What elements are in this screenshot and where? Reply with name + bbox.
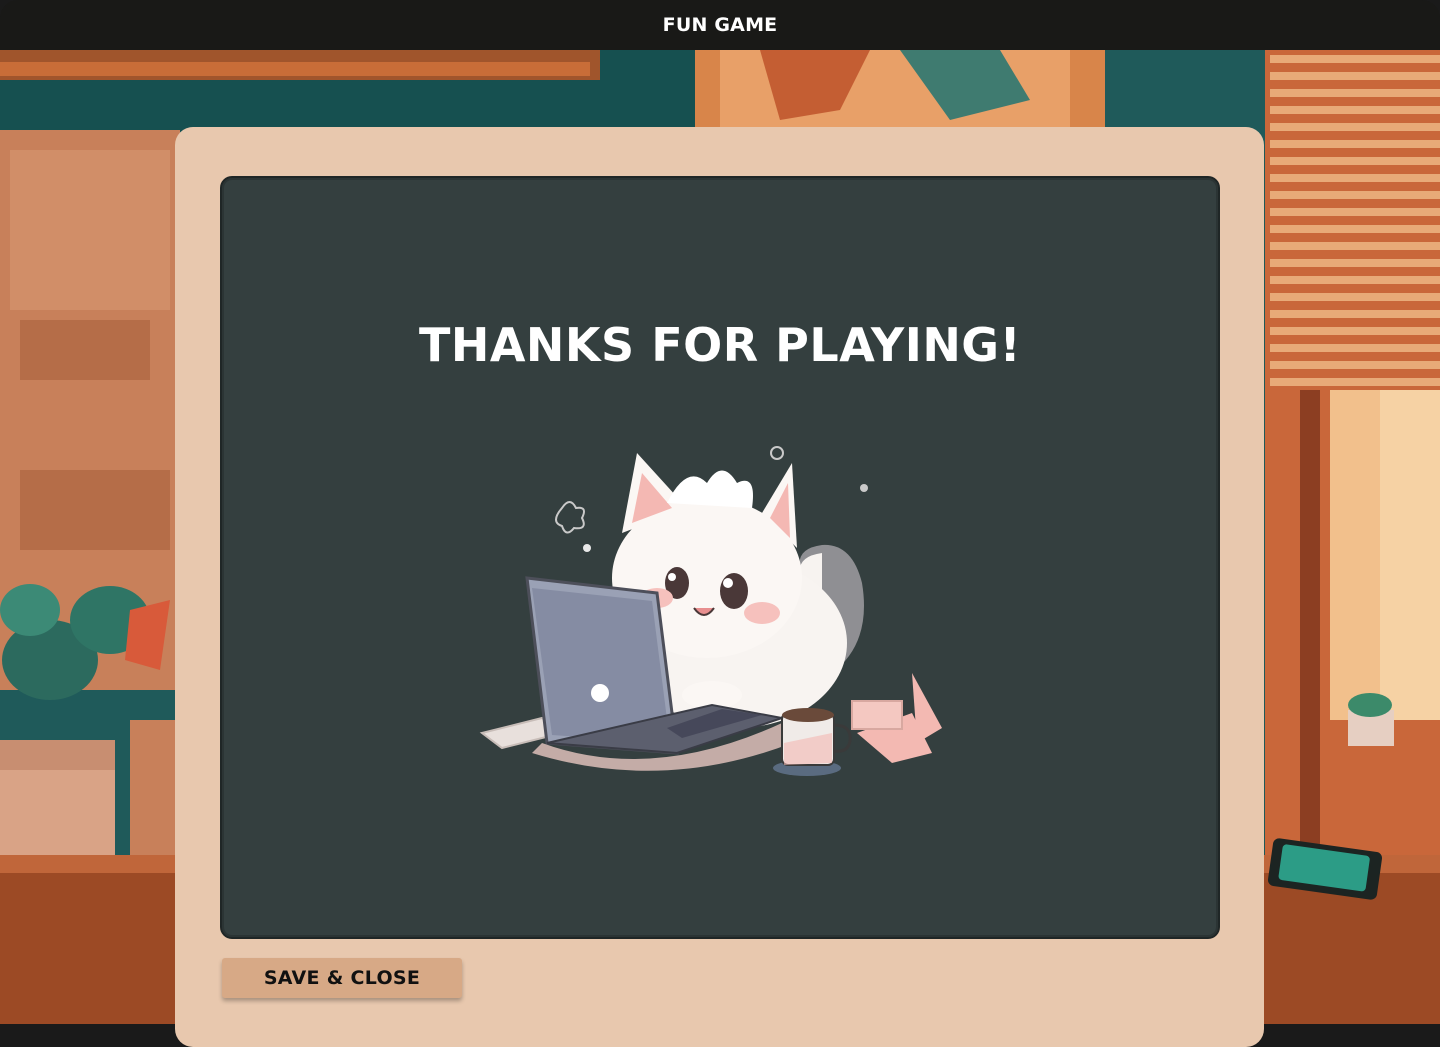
window-title: FUN GAME: [662, 14, 778, 36]
thanks-headline: THANKS FOR PLAYING!: [418, 318, 1022, 372]
title-bar: FUN GAME: [0, 0, 1440, 50]
game-screen: THANKS FOR PLAYING!: [220, 176, 1220, 939]
cat-illustration-graphic: [479, 446, 942, 776]
game-panel: THANKS FOR PLAYING! SAVE & CLOSE: [175, 127, 1264, 1047]
save-and-close-button[interactable]: SAVE & CLOSE: [222, 958, 462, 998]
cat-typing-on-laptop-illustration: [472, 443, 952, 807]
